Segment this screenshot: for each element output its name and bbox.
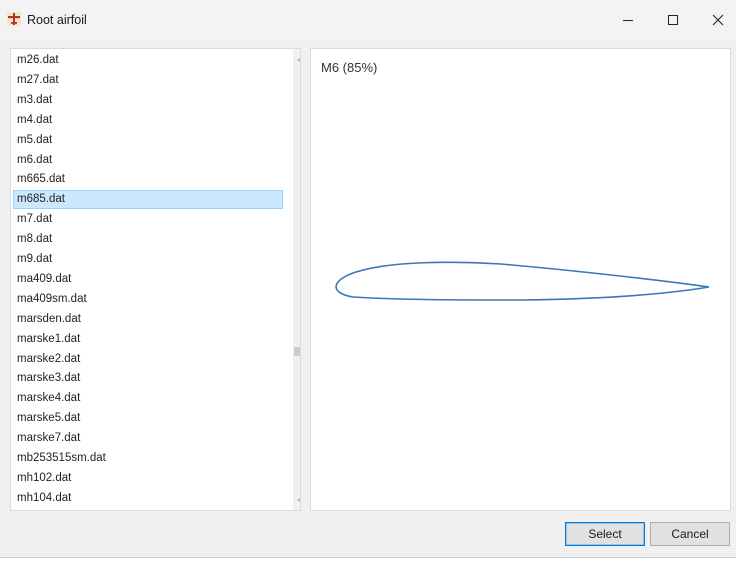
airfoil-file-list[interactable]: m26.dat m27.dat m3.dat m4.dat m5.dat m6.dat m6…	[10, 48, 301, 511]
chevron-up-icon	[297, 58, 300, 62]
list-item[interactable]: marske5.dat	[13, 409, 283, 428]
scroll-down-button[interactable]	[293, 493, 300, 509]
chevron-down-icon	[297, 498, 300, 502]
list-item[interactable]: marske4.dat	[13, 389, 283, 408]
list-item[interactable]: marske7.dat	[13, 429, 283, 448]
list-scrollbar[interactable]	[293, 49, 300, 510]
cancel-button[interactable]: Cancel	[650, 522, 730, 546]
list-item[interactable]: marske1.dat	[13, 330, 283, 349]
minimize-button[interactable]	[605, 4, 651, 36]
title-bar[interactable]: Root airfoil	[0, 0, 736, 40]
close-icon	[712, 14, 724, 26]
airfoil-shape-drawing	[335, 261, 710, 301]
list-item[interactable]: marsden.dat	[13, 310, 283, 329]
window-title: Root airfoil	[27, 13, 87, 27]
list-item[interactable]: marske3.dat	[13, 369, 283, 388]
list-item[interactable]: ma409.dat	[13, 270, 283, 289]
list-item[interactable]: m9.dat	[13, 250, 283, 269]
maximize-button[interactable]	[650, 4, 696, 36]
airfoil-preview-panel: M6 (85%)	[310, 48, 731, 511]
list-item[interactable]: m27.dat	[13, 71, 283, 90]
list-item[interactable]: m665.dat	[13, 170, 283, 189]
list-item[interactable]: m6.dat	[13, 151, 283, 170]
list-item[interactable]: m4.dat	[13, 111, 283, 130]
list-item[interactable]: m5.dat	[13, 131, 283, 150]
minimize-icon	[623, 20, 633, 21]
list-item[interactable]: m7.dat	[13, 210, 283, 229]
list-item[interactable]: ma409sm.dat	[13, 290, 283, 309]
scroll-up-button[interactable]	[293, 51, 300, 67]
list-item[interactable]: m685.dat	[13, 190, 283, 210]
maximize-icon	[668, 15, 678, 25]
list-item[interactable]: m8.dat	[13, 230, 283, 249]
list-item[interactable]: m3.dat	[13, 91, 283, 110]
app-airplane-icon	[7, 12, 21, 26]
dialog-window: Root airfoil m26.dat m27.dat m3.dat m4.dat m…	[0, 0, 736, 558]
select-button[interactable]: Select	[565, 522, 645, 546]
list-item[interactable]: mh102.dat	[13, 469, 283, 488]
list-item[interactable]: mh104.dat	[13, 489, 283, 508]
list-item[interactable]: m26.dat	[13, 51, 283, 70]
close-button[interactable]	[695, 4, 736, 36]
list-item[interactable]: mb253515sm.dat	[13, 449, 283, 468]
scroll-thumb[interactable]	[294, 347, 300, 356]
list-item[interactable]: marske2.dat	[13, 350, 283, 369]
